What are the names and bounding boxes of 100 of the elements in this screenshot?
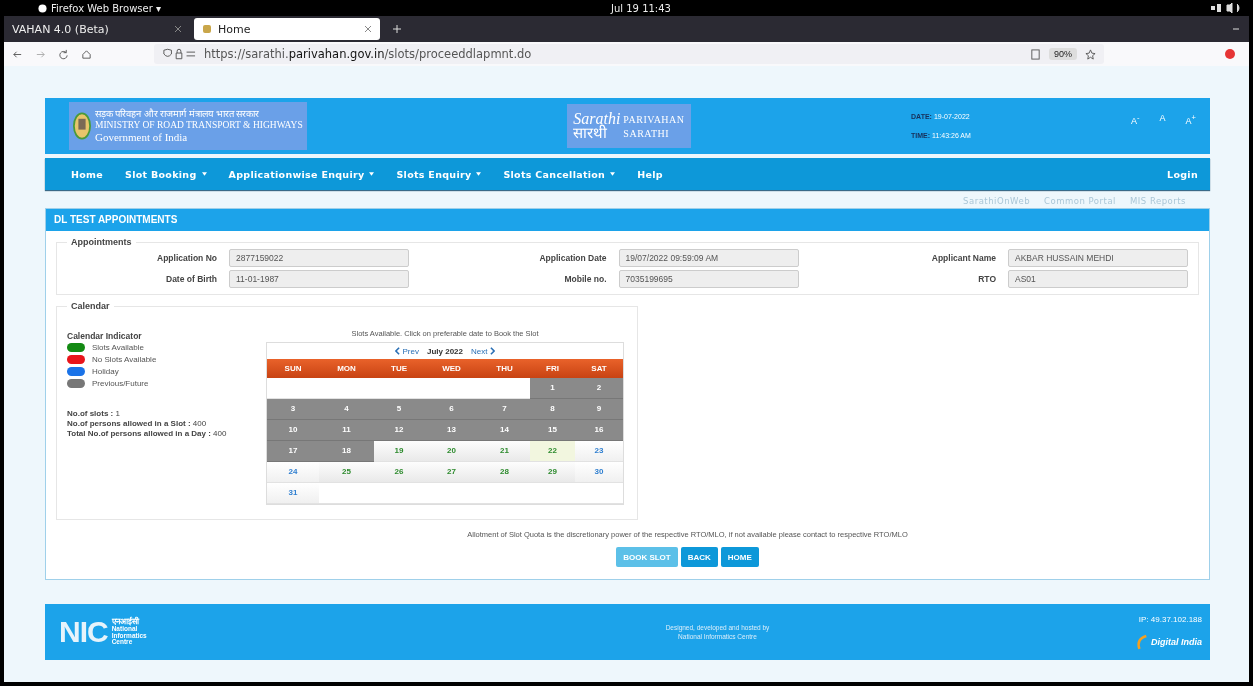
weekday-header: THU: [479, 359, 530, 378]
input-field[interactable]: AS01: [1008, 270, 1188, 288]
swirl-icon: [1136, 633, 1148, 650]
chevron-left-icon: [394, 347, 400, 355]
address-bar[interactable]: https://sarathi.parivahan.gov.in/slots/proceeddlapmnt.do 90%: [154, 44, 1104, 64]
action-button[interactable]: BACK: [680, 547, 718, 567]
slot-info: No.of persons allowed in a Slot : 400: [67, 419, 208, 428]
login-link[interactable]: Login: [1167, 168, 1198, 180]
field-label: Date of Birth: [165, 274, 217, 284]
nic-hindi: एनआईसी: [111, 618, 141, 627]
menu-item[interactable]: Slots Cancellation: [503, 168, 616, 180]
section-legend: Appointments: [67, 237, 136, 247]
brand-text: SARATHI: [623, 127, 671, 139]
close-icon[interactable]: [174, 25, 182, 33]
browser-tab[interactable]: VAHAN 4.0 (Beta): [4, 18, 190, 40]
reload-icon[interactable]: [58, 48, 69, 60]
day-cell: 16: [575, 420, 623, 441]
font-size-link[interactable]: A$^{+}$: [1185, 112, 1196, 126]
close-icon[interactable]: [364, 25, 372, 33]
weekday-header: SAT: [575, 359, 623, 378]
prev-link[interactable]: Prev: [394, 346, 419, 356]
day-cell: 8: [530, 399, 575, 420]
day-cell[interactable]: 21: [479, 441, 530, 462]
clock: Jul 19 11:43: [609, 2, 672, 14]
menu-item[interactable]: Help: [637, 168, 663, 180]
field-label: Mobile no.: [563, 274, 607, 284]
font-size-link[interactable]: A: [1159, 112, 1166, 126]
indicator-label: Previous/Future: [92, 378, 149, 388]
day-cell: 18: [319, 441, 374, 462]
home-icon[interactable]: [81, 48, 92, 60]
menu-item[interactable]: Applicationwise Enquiry: [228, 168, 375, 180]
digital-india-logo: Digital India: [1151, 636, 1202, 647]
weekday-header: SUN: [267, 359, 319, 378]
caret-icon: [476, 172, 482, 176]
url-text: https://sarathi.parivahan.gov.in/slots/proceeddlapmnt.do: [204, 47, 532, 61]
input-field[interactable]: 19/07/2022 09:59:09 AM: [618, 249, 799, 267]
day-cell[interactable]: 26: [374, 462, 424, 483]
day-cell: 3: [267, 399, 319, 420]
month-title: July 2022: [427, 346, 463, 356]
slot-info: Total No.of persons allowed in a Day : 400: [67, 429, 228, 438]
day-cell: 17: [267, 441, 319, 462]
star-icon[interactable]: [1085, 48, 1096, 60]
caret-icon: [610, 172, 616, 176]
ministry-name: MINISTRY OF ROAD TRANSPORT & HIGHWAYS: [95, 119, 303, 131]
app-menu[interactable]: Firefox Web Browser ▾: [38, 2, 161, 14]
next-link[interactable]: Next: [471, 346, 496, 356]
zoom-level[interactable]: 90%: [1049, 48, 1077, 60]
weekday-header: MON: [319, 359, 374, 378]
day-cell: 11: [319, 420, 374, 441]
government-name: Government of India: [95, 130, 189, 144]
ministry-hindi: सड़क परिवहन और राजमार्ग मंत्रालय भारत सरकार: [95, 108, 261, 120]
day-cell[interactable]: 20: [424, 441, 479, 462]
day-cell[interactable]: 27: [424, 462, 479, 483]
day-cell[interactable]: 19: [374, 441, 424, 462]
font-size-link[interactable]: A$^{-}$: [1131, 112, 1140, 126]
menu-item[interactable]: Home: [71, 168, 104, 180]
nic-logo: NIC: [59, 615, 108, 649]
ip-address: IP: 49.37.102.188: [1138, 614, 1202, 624]
browser-tab[interactable]: Home: [194, 18, 380, 40]
section-legend: Calendar: [67, 301, 114, 311]
indicator-label: Holiday: [92, 366, 119, 376]
caret-icon: [369, 172, 375, 176]
slot-info: No.of slots : 1: [67, 409, 121, 418]
indicator-label: Slots Available: [92, 342, 144, 352]
day-cell[interactable]: 28: [479, 462, 530, 483]
day-cell: 9: [575, 399, 623, 420]
input-field[interactable]: AKBAR HUSSAIN MEHDI: [1008, 249, 1188, 267]
field-label: Applicant Name: [930, 253, 996, 263]
field-label: Application Date: [538, 253, 607, 263]
input-field[interactable]: 2877159022: [229, 249, 409, 267]
day-cell: 14: [479, 420, 530, 441]
menu-item[interactable]: Slots Enquiry: [396, 168, 482, 180]
new-tab-icon[interactable]: [392, 24, 402, 34]
weekday-header: FRI: [530, 359, 575, 378]
day-cell[interactable]: 29: [530, 462, 575, 483]
field-label: Application No: [156, 253, 217, 263]
day-cell: 13: [424, 420, 479, 441]
day-cell: 12: [374, 420, 424, 441]
day-cell: 6: [424, 399, 479, 420]
day-cell[interactable]: 25: [319, 462, 374, 483]
day-cell: 10: [267, 420, 319, 441]
day-cell: 4: [319, 399, 374, 420]
chevron-right-icon: [490, 347, 496, 355]
day-cell[interactable]: 22: [530, 441, 575, 462]
indicator-title: Calendar Indicator: [67, 331, 143, 341]
reader-icon[interactable]: [1030, 48, 1041, 60]
input-field[interactable]: 11-01-1987: [229, 270, 409, 288]
panel-title: DL TEST APPOINTMENTS: [46, 209, 1209, 231]
action-button[interactable]: HOME: [720, 547, 759, 567]
day-cell: 2: [575, 378, 623, 399]
input-field[interactable]: 7035199695: [618, 270, 799, 288]
adblock-icon[interactable]: [1225, 49, 1235, 59]
day-cell: 1: [530, 378, 575, 399]
weekday-header: WED: [424, 359, 479, 378]
caret-icon: [201, 172, 207, 176]
weekday-header: TUE: [374, 359, 424, 378]
day-cell: 7: [479, 399, 530, 420]
day-cell: 15: [530, 420, 575, 441]
indicator-label: No Slots Available: [92, 354, 157, 364]
menu-item[interactable]: Slot Booking: [125, 168, 207, 180]
